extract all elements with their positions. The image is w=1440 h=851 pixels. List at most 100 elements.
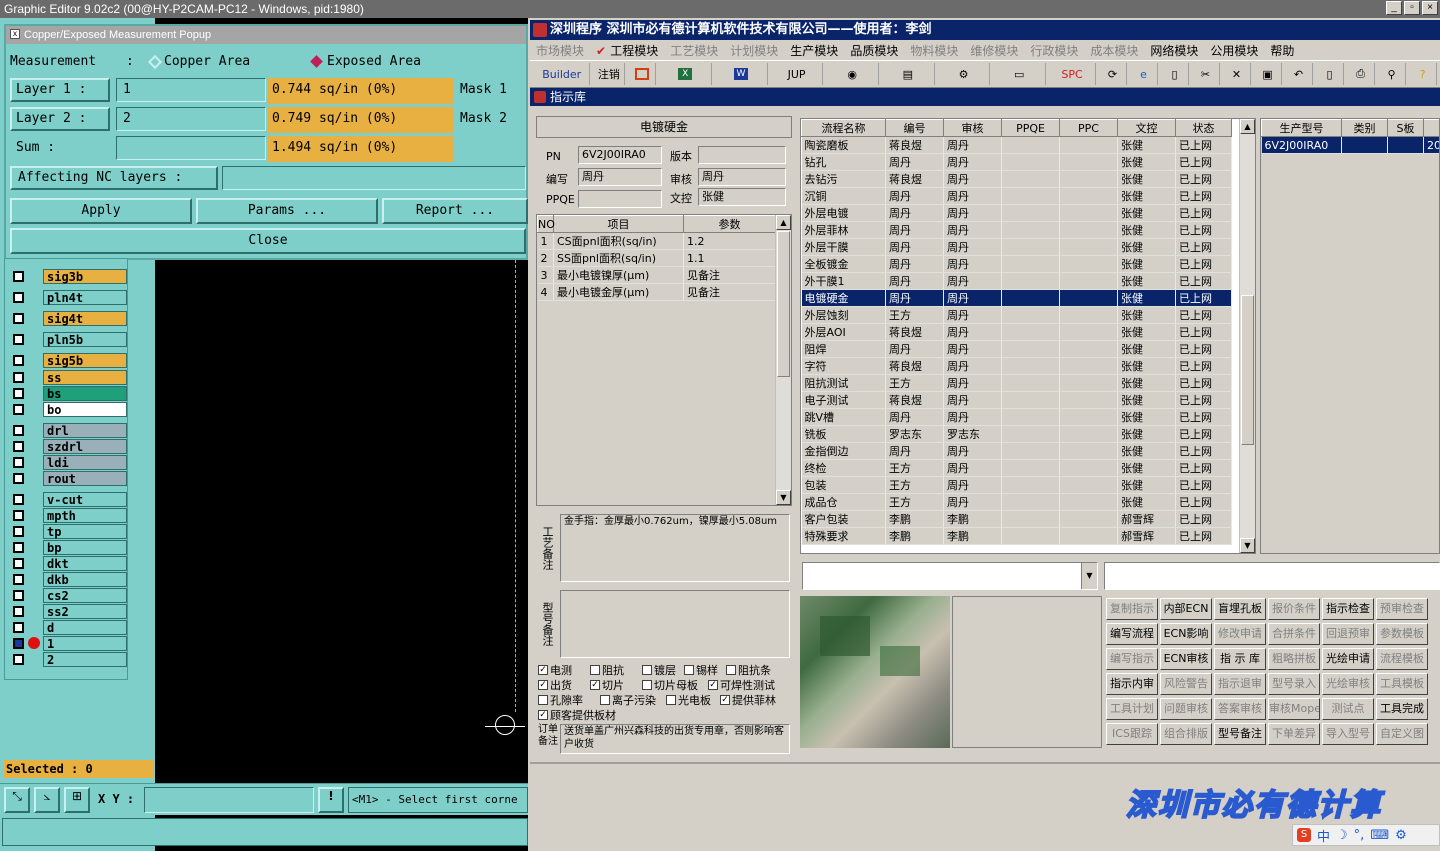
layer-row-1[interactable]: 1	[9, 636, 127, 651]
new-icon[interactable]: ▯	[1161, 63, 1190, 85]
canvas[interactable]	[155, 260, 528, 780]
layer2-input[interactable]: 2	[116, 107, 266, 131]
layer-row-tp[interactable]: tp	[9, 524, 127, 539]
flow-row[interactable]: 去钻污 蒋良煜 周丹 张健 已上网	[801, 170, 1232, 188]
params-button[interactable]: Params ...	[196, 198, 378, 224]
flow-row[interactable]: 客户包装 李鹏 李鹏 郝雪辉 已上网	[801, 510, 1232, 528]
layer-row-drl[interactable]: drl	[9, 423, 127, 438]
layer-checkbox[interactable]	[13, 473, 24, 484]
flow-table[interactable]: 流程名称 编号 审核 PPQE PPC 文控 状态 陶瓷磨板 蒋良煜 周丹 张健 已上网 钻孔 周丹 周丹…	[800, 118, 1256, 554]
search-input[interactable]	[1104, 562, 1440, 590]
flow-header[interactable]: 文控	[1117, 119, 1176, 137]
layer-checkbox[interactable]	[13, 654, 24, 665]
layer-row-mpth[interactable]: mpth	[9, 508, 127, 523]
layer-checkbox[interactable]	[13, 638, 24, 649]
action-button-25[interactable]: 问题审核	[1160, 698, 1212, 720]
info-icon[interactable]: !	[318, 787, 344, 813]
flow-row[interactable]: 跳V槽 周丹 周丹 张健 已上网	[801, 408, 1232, 426]
measure-tool-icon[interactable]: ⦣	[34, 787, 60, 813]
action-button-16[interactable]: 光绘申请	[1322, 648, 1374, 670]
layer-row-bp[interactable]: bp	[9, 540, 127, 555]
layer-checkbox[interactable]	[13, 425, 24, 436]
action-button-10[interactable]: 回退预审	[1322, 623, 1374, 645]
keyboard-icon[interactable]: ⌨	[1370, 828, 1389, 843]
checkbox-9[interactable]: ✓ 可焊性测试	[708, 677, 775, 693]
layer-checkbox[interactable]	[13, 574, 24, 585]
menu-item-3[interactable]: 计划模块	[724, 42, 784, 59]
layer-checkbox[interactable]	[13, 271, 24, 282]
minimize-button[interactable]: _	[1386, 1, 1402, 15]
layer-checkbox[interactable]	[13, 606, 24, 617]
model-note[interactable]	[560, 590, 790, 658]
flow-row[interactable]: 外层电镀 周丹 周丹 张健 已上网	[801, 204, 1232, 222]
model-header[interactable]: S板	[1387, 119, 1424, 137]
cut-icon[interactable]: ✂	[1192, 63, 1221, 85]
param-header[interactable]: 参数	[683, 215, 776, 233]
flow-row[interactable]: 电镀硬金 周丹 周丹 张健 已上网	[801, 289, 1232, 307]
layer-row-sig4t[interactable]: sig4t	[9, 311, 127, 326]
action-button-35[interactable]: 自定义图	[1376, 723, 1428, 745]
punct-icon[interactable]: °,	[1354, 828, 1365, 843]
menu-item-2[interactable]: 工艺模块	[664, 42, 724, 59]
layer-row-sig5b[interactable]: sig5b	[9, 353, 127, 368]
preview-icon[interactable]: ▯	[1316, 63, 1345, 85]
action-button-12[interactable]: 编写指示	[1106, 648, 1158, 670]
model-row[interactable]: 6V2J00IRA0 201	[1261, 136, 1439, 154]
flow-header[interactable]: 编号	[885, 119, 944, 137]
find-icon[interactable]: ⚲	[1378, 63, 1407, 85]
action-button-17[interactable]: 流程模板	[1376, 648, 1428, 670]
param-header[interactable]: 项目	[553, 215, 684, 233]
checkbox-13[interactable]: ✓ 提供菲林	[720, 692, 776, 708]
layer-row-dkt[interactable]: dkt	[9, 556, 127, 571]
action-button-4[interactable]: 指示检查	[1322, 598, 1374, 620]
checkbox-8[interactable]: 切片母板	[642, 677, 698, 693]
database-icon[interactable]: ▤	[882, 63, 935, 85]
checkbox-12[interactable]: 光电板	[666, 692, 711, 708]
ime-lang[interactable]: 中	[1317, 826, 1330, 845]
layer-row-szdrl[interactable]: szdrl	[9, 439, 127, 454]
layer-row-rout[interactable]: rout	[9, 471, 127, 486]
param-header[interactable]: NO	[537, 215, 555, 233]
action-button-29[interactable]: 工具完成	[1376, 698, 1428, 720]
layer-checkbox[interactable]	[13, 313, 24, 324]
param-row[interactable]: 3 最小电镀镍厚(μm) 见备注	[537, 266, 776, 284]
layer-checkbox[interactable]	[13, 404, 24, 415]
layer-row-cs2[interactable]: cs2	[9, 588, 127, 603]
action-button-30[interactable]: ICS跟踪	[1106, 723, 1158, 745]
zoom-tool-icon[interactable]: ⤡	[4, 787, 30, 813]
layer-checkbox[interactable]	[13, 372, 24, 383]
word-icon[interactable]: W	[715, 63, 768, 85]
checkbox-2[interactable]: 阻抗	[590, 662, 624, 678]
flow-row[interactable]: 钻孔 周丹 周丹 张健 已上网	[801, 153, 1232, 171]
action-button-13[interactable]: ECN审核	[1160, 648, 1212, 670]
model-header[interactable]	[1423, 119, 1439, 137]
menu-item-5[interactable]: 品质模块	[844, 42, 904, 59]
layer-checkbox[interactable]	[13, 510, 24, 521]
flow-row[interactable]: 字符 蒋良煜 周丹 张健 已上网	[801, 357, 1232, 375]
action-button-27[interactable]: 审核Mope	[1268, 698, 1320, 720]
action-button-26[interactable]: 答案审核	[1214, 698, 1266, 720]
menu-item-8[interactable]: 行政模块	[1024, 42, 1084, 59]
help-icon[interactable]: ?	[1409, 63, 1438, 85]
action-button-22[interactable]: 光绘审核	[1322, 673, 1374, 695]
computer-icon[interactable]: ▭	[993, 63, 1046, 85]
flow-row[interactable]: 铣板 罗志东 罗志东 张健 已上网	[801, 425, 1232, 443]
layer-checkbox[interactable]	[13, 441, 24, 452]
menu-item-0[interactable]: 市场模块	[530, 42, 590, 59]
checkbox-1[interactable]: ✓ 电测	[538, 662, 572, 678]
flow-row[interactable]: 外层菲林 周丹 周丹 张健 已上网	[801, 221, 1232, 239]
xy-input[interactable]	[144, 787, 314, 813]
report-button[interactable]: Report ...	[382, 198, 528, 224]
grid-tool-icon[interactable]: ⊞	[64, 787, 90, 813]
copper-area-option[interactable]: Copper Area	[147, 54, 250, 69]
model-table[interactable]: 生产型号类别S板 6V2J00IRA0 201	[1260, 118, 1440, 554]
ppqe-field[interactable]	[578, 190, 662, 208]
layer-row-vxcut[interactable]: v-cut	[9, 492, 127, 507]
delete-icon[interactable]: ✕	[1223, 63, 1252, 85]
craft-note[interactable]: 金手指：金厚最小0.762um，镍厚最小5.08um	[560, 514, 790, 582]
action-button-20[interactable]: 指示退审	[1214, 673, 1266, 695]
menu-item-11[interactable]: 公用模块	[1204, 42, 1264, 59]
layer-row-sig3b[interactable]: sig3b	[9, 269, 127, 284]
jup-button[interactable]: JUP	[771, 63, 824, 85]
print-icon[interactable]: ⎙	[1347, 63, 1376, 85]
